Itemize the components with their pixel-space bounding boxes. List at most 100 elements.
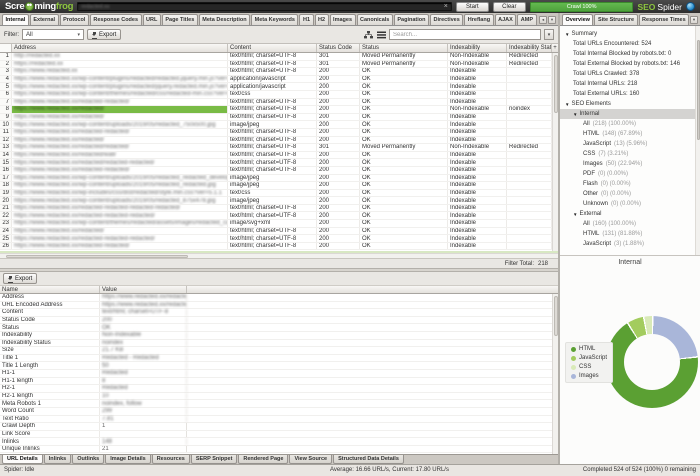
cell-address[interactable]: https://www.redacted.xx/wp-content/uploa…: [12, 121, 228, 128]
scrollbar-thumb[interactable]: [553, 55, 558, 113]
details-row[interactable]: Content text/html; charset=UTF-8: [0, 309, 558, 317]
tab-canonicals[interactable]: Canonicals: [356, 14, 393, 25]
overview-item-unknown[interactable]: Unknown (0) (0.00%): [560, 199, 700, 209]
col-status-code[interactable]: Status Code: [317, 44, 360, 52]
tab-page-titles[interactable]: Page Titles: [161, 14, 198, 25]
col-name[interactable]: Name: [0, 286, 100, 293]
cell-address[interactable]: https://www.redacted.xx/wp-includes/css/…: [12, 189, 228, 197]
overview-item-other[interactable]: Other (0) (0.00%): [560, 189, 700, 199]
cell-address[interactable]: http://redacted.xx: [12, 53, 228, 60]
clear-url-icon[interactable]: ×: [444, 3, 448, 10]
table-row[interactable]: 22 https://www.redacted.xx/redacted-redac…: [0, 212, 558, 221]
table-row[interactable]: 14 https://www.redacted.xx/redacted/wall/…: [0, 151, 558, 160]
table-horizontal-scrollbar[interactable]: [0, 253, 558, 258]
tab-amp[interactable]: AMP: [517, 14, 537, 25]
overview-item-total-urls-crawled-378[interactable]: Total URLs Crawled: 378: [560, 69, 700, 79]
bottom-tab-view-source[interactable]: View Source: [289, 455, 333, 464]
overview-item-summary[interactable]: ▼ Summary: [560, 29, 700, 39]
details-vertical-scrollbar[interactable]: [552, 294, 558, 454]
table-row[interactable]: 8 https://www.redacted.xx/redacted/text/h…: [0, 106, 558, 114]
details-row[interactable]: Status OK: [0, 324, 558, 332]
table-row[interactable]: 5 https://www.redacted.xx/wp-content/plug…: [0, 83, 558, 91]
details-row[interactable]: Title 1 Redacted - Redacted: [0, 354, 558, 363]
tab-pagination[interactable]: Pagination: [393, 14, 429, 25]
scrollbar-thumb[interactable]: [553, 296, 558, 336]
table-row[interactable]: 23 https://www.redacted.xx/wp-content/the…: [0, 220, 558, 228]
col-address[interactable]: Address: [12, 44, 228, 52]
tab-ajax[interactable]: AJAX: [494, 14, 517, 25]
tab-hreflang[interactable]: Hreflang: [464, 14, 494, 25]
cell-address[interactable]: https://redacted.xx: [12, 60, 228, 68]
overview-scrollbar[interactable]: [695, 26, 700, 255]
details-row[interactable]: Address https://www.redacted.xx/redacted/: [0, 294, 558, 302]
details-row[interactable]: Crawl Depth 1: [0, 423, 558, 431]
table-vertical-scrollbar[interactable]: [552, 53, 558, 251]
table-row[interactable]: 1 http://redacted.xx text/html; charset=UT…: [0, 53, 558, 61]
cell-address[interactable]: https://www.redacted.xx/redacted-redacte…: [12, 204, 228, 212]
table-row[interactable]: 20 https://www.redacted.xx/wp-content/upl…: [0, 197, 558, 205]
cell-address[interactable]: https://www.redacted.xx/wp-content/uploa…: [12, 182, 228, 189]
bottom-tab-resources[interactable]: Resources: [151, 455, 190, 464]
table-row[interactable]: 21 https://www.redacted.xx/redacted-redac…: [0, 204, 558, 213]
bottom-tab-url-details[interactable]: URL Details: [2, 455, 43, 464]
table-row[interactable]: 24 https://www.redacted.xx/redacted/text/…: [0, 227, 558, 236]
tab-url[interactable]: URL: [142, 14, 161, 25]
table-row[interactable]: 11 https://www.redacted.xx/redacted-redac…: [0, 128, 558, 137]
bottom-tab-image-details[interactable]: Image Details: [105, 455, 151, 464]
overview-item-javascript[interactable]: JavaScript (13) (5.96%): [560, 139, 700, 149]
cell-address[interactable]: https://www.redacted.xx/wp-content/theme…: [12, 220, 228, 227]
cell-address[interactable]: https://www.redacted.xx/redacted-redacte…: [12, 98, 228, 106]
details-row[interactable]: Text Ratio 7.81: [0, 415, 558, 424]
overview-item-internal[interactable]: ▼ Internal: [560, 109, 700, 119]
cell-address[interactable]: https://www.redacted.xx/redacted-redacte…: [12, 212, 228, 220]
table-row[interactable]: 16 https://www.redacted.xx/redacted-redac…: [0, 166, 558, 175]
clear-button[interactable]: Clear: [492, 1, 526, 12]
details-row[interactable]: Title 1 Length 50: [0, 362, 558, 370]
overview-item-flash[interactable]: Flash (0) (0.00%): [560, 179, 700, 189]
details-row[interactable]: Inlinks 148: [0, 438, 558, 446]
export-button[interactable]: Export: [87, 29, 122, 40]
cell-address[interactable]: https://www.redacted.xx/wp-content/plugi…: [12, 75, 228, 83]
details-export-button[interactable]: Export: [3, 273, 38, 284]
details-row[interactable]: Link Score: [0, 430, 558, 439]
col-value[interactable]: Value: [100, 286, 187, 293]
table-row[interactable]: 9 https://www.redacted.xx/redacted/text/h…: [0, 113, 558, 122]
url-input[interactable]: redacted.xx ×: [77, 2, 452, 11]
details-row[interactable]: Size 21.7 KB: [0, 347, 558, 355]
details-row[interactable]: Indexability Status noindex: [0, 339, 558, 348]
overview-item-total-urls-encountered-524[interactable]: Total URLs Encountered: 524: [560, 39, 700, 49]
cell-address[interactable]: https://www.redacted.xx/wp-content/uploa…: [12, 197, 228, 204]
tab-response-codes[interactable]: Response Codes: [89, 14, 142, 25]
start-button[interactable]: Start: [455, 1, 489, 12]
add-column-icon[interactable]: +: [552, 44, 558, 52]
cell-address[interactable]: https://www.redacted.xx/wp-content/plugi…: [12, 83, 228, 90]
filter-dropdown[interactable]: All ▾: [22, 29, 84, 40]
details-row[interactable]: Unique Inlinks 21: [0, 445, 558, 454]
table-row[interactable]: 7 https://www.redacted.xx/redacted-redact…: [0, 98, 558, 107]
table-row[interactable]: 26 https://www.redacted.xx/redacted-redac…: [0, 242, 558, 251]
col-content[interactable]: Content: [228, 44, 317, 52]
table-row[interactable]: 3 https://www.redacted.xx text/html; chars…: [0, 68, 558, 76]
table-row[interactable]: 12 https://www.redacted.xx/redacted/text/…: [0, 136, 558, 145]
table-row[interactable]: 18 https://www.redacted.xx/wp-content/upl…: [0, 182, 558, 190]
tab-protocol[interactable]: Protocol: [59, 14, 89, 25]
tab-h2[interactable]: H2: [314, 14, 329, 25]
overview-item-all[interactable]: All (218) (100.00%): [560, 119, 700, 129]
col-status[interactable]: Status: [360, 44, 448, 52]
bottom-tab-outlinks[interactable]: Outlinks: [72, 455, 105, 464]
tab-external[interactable]: External: [29, 14, 59, 25]
cell-address[interactable]: https://www.redacted.xx/wp-content/theme…: [12, 90, 228, 98]
overview-item-html[interactable]: HTML (148) (67.89%): [560, 129, 700, 139]
table-row[interactable]: 13 https://www.redacted.xx/redacted/redac…: [0, 144, 558, 152]
cell-address[interactable]: https://www.redacted.xx/wp-content/uploa…: [12, 174, 228, 182]
cell-address[interactable]: https://www.redacted.xx/redacted/: [12, 106, 228, 113]
cell-address[interactable]: https://www.redacted.xx/redacted/: [12, 136, 228, 144]
details-row[interactable]: Word Count 299: [0, 407, 558, 416]
cell-address[interactable]: https://www.redacted.xx/redacted-redacte…: [12, 235, 228, 242]
cell-address[interactable]: https://www.redacted.xx/redacted/: [12, 113, 228, 121]
overview-item-javascript[interactable]: JavaScript (3) (1.88%): [560, 239, 700, 249]
table-row[interactable]: 2 https://redacted.xx text/html; charset=U…: [0, 60, 558, 69]
details-row[interactable]: H1-1 length 8: [0, 377, 558, 386]
cell-address[interactable]: https://www.redacted.xx: [12, 68, 228, 75]
table-row[interactable]: 15 https://www.redacted.xx/redacted/redac…: [0, 159, 558, 167]
